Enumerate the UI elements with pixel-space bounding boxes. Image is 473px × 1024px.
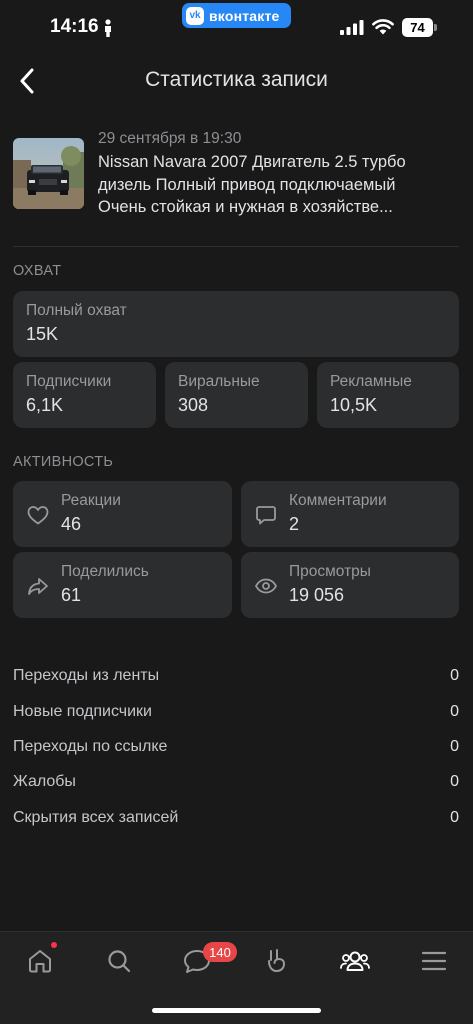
views-card[interactable]: Просмотры 19 056 — [241, 552, 459, 618]
metric-value: 0 — [450, 703, 459, 720]
comments-label: Комментарии — [289, 492, 387, 509]
shares-card[interactable]: Поделились 61 — [13, 552, 232, 618]
home-icon — [29, 950, 51, 973]
battery-tip — [434, 24, 437, 31]
metric-label: Жалобы — [13, 773, 76, 790]
wifi-icon — [372, 19, 394, 35]
metric-row-feed-clicks: Переходы из ленты 0 — [13, 667, 459, 689]
post-photo — [13, 138, 84, 209]
app-pill-label: вконтакте — [209, 7, 280, 24]
person-icon — [105, 19, 111, 37]
metric-value: 0 — [450, 773, 459, 790]
reactions-card[interactable]: Реакции 46 — [13, 481, 232, 547]
eye-icon — [254, 578, 278, 594]
metric-row-new-subscribers: Новые подписчики 0 — [13, 703, 459, 725]
battery-indicator: 74 — [402, 18, 437, 37]
ads-reach-label: Рекламные — [330, 373, 412, 390]
reactions-label: Реакции — [61, 492, 121, 509]
metric-label: Переходы из ленты — [13, 667, 160, 684]
tab-friends[interactable] — [338, 944, 372, 978]
heart-icon — [27, 506, 49, 525]
viral-reach-card[interactable]: Виральные 308 — [165, 362, 308, 428]
activity-section-title: АКТИВНОСТЬ — [13, 454, 114, 470]
menu-icon — [421, 951, 447, 971]
post-date: 29 сентября в 19:30 — [98, 130, 242, 147]
subscribers-reach-value: 6,1K — [26, 395, 64, 415]
messages-badge: 140 — [203, 942, 237, 962]
shares-value: 61 — [61, 585, 82, 605]
shares-label: Поделились — [61, 563, 149, 580]
total-reach-value: 15K — [26, 324, 59, 344]
metric-value: 0 — [450, 667, 459, 684]
metric-label: Скрытия всех записей — [13, 809, 179, 826]
battery-level: 74 — [402, 18, 433, 37]
metric-row-complaints: Жалобы 0 — [13, 773, 459, 795]
comments-card[interactable]: Комментарии 2 — [241, 481, 459, 547]
comment-icon — [256, 506, 276, 525]
views-value: 19 056 — [289, 585, 345, 605]
metric-label: Переходы по ссылке — [13, 738, 168, 755]
home-notification-dot — [51, 942, 57, 948]
search-icon — [108, 950, 131, 973]
app-pill[interactable]: vk вконтакте — [182, 3, 291, 28]
status-bar: 14:16 vk вконтакте 74 — [0, 0, 473, 56]
subscribers-reach-label: Подписчики — [26, 373, 112, 390]
subscribers-reach-card[interactable]: Подписчики 6,1K — [13, 362, 156, 428]
total-reach-label: Полный охват — [26, 302, 127, 319]
clips-icon — [268, 949, 286, 973]
reach-section-title: ОХВАТ — [13, 263, 62, 279]
tab-home[interactable] — [23, 944, 57, 978]
metric-value: 0 — [450, 809, 459, 826]
post-text[interactable]: Nissan Navara 2007 Двигатель 2.5 турбо д… — [98, 151, 438, 219]
friends-icon — [340, 951, 370, 971]
page-title: Статистика записи — [145, 68, 328, 91]
share-icon — [28, 578, 48, 595]
post-thumbnail[interactable] — [13, 138, 84, 209]
ads-reach-card[interactable]: Рекламные 10,5K — [317, 362, 459, 428]
metric-label: Новые подписчики — [13, 703, 152, 720]
status-time: 14:16 — [50, 16, 99, 37]
metric-value: 0 — [450, 738, 459, 755]
vk-logo-icon: vk — [186, 6, 204, 25]
tab-menu[interactable] — [417, 944, 451, 978]
tab-clips[interactable] — [259, 944, 293, 978]
signal-icon — [340, 20, 364, 35]
reactions-value: 46 — [61, 514, 82, 534]
tab-search[interactable] — [102, 944, 136, 978]
comments-value: 2 — [289, 514, 300, 534]
total-reach-card[interactable]: Полный охват 15K — [13, 291, 459, 357]
divider — [13, 246, 459, 247]
ads-reach-value: 10,5K — [330, 395, 378, 415]
viral-reach-label: Виральные — [178, 373, 260, 390]
views-label: Просмотры — [289, 563, 371, 580]
metric-row-hidden-all: Скрытия всех записей 0 — [13, 809, 459, 831]
metric-row-link-clicks: Переходы по ссылке 0 — [13, 738, 459, 760]
viral-reach-value: 308 — [178, 395, 209, 415]
home-indicator — [152, 1008, 321, 1013]
